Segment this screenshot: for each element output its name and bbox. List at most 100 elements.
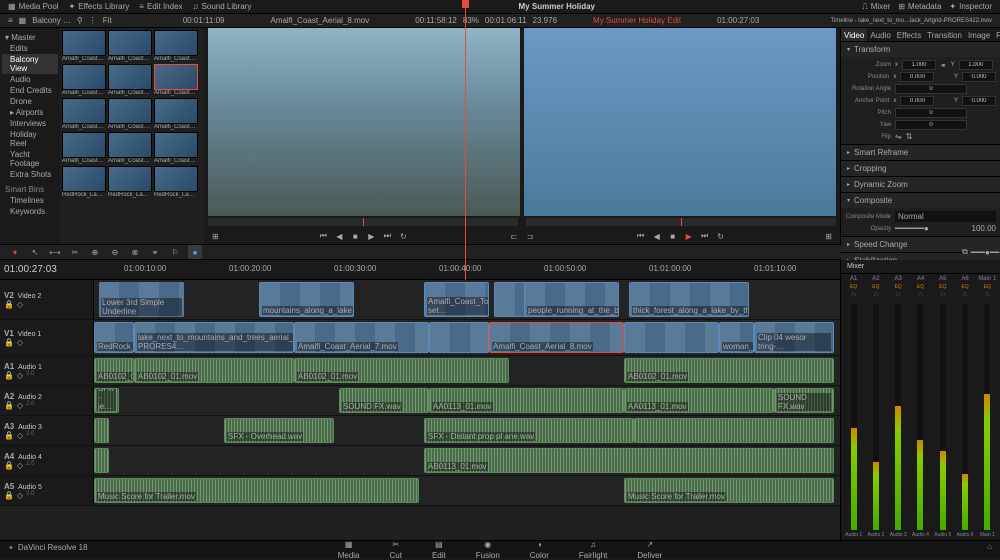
- section-header[interactable]: Composite: [841, 193, 1000, 208]
- extra-bin[interactable]: Extra Shots: [2, 169, 58, 180]
- mute-icon[interactable]: ◇: [17, 401, 23, 410]
- clip-thumbnail[interactable]: Amalfi_Coast_T…: [154, 98, 198, 130]
- timeline-clip[interactable]: AB0113_01.mov: [424, 448, 834, 473]
- mute-icon[interactable]: ◇: [17, 300, 23, 309]
- clip-thumbnail[interactable]: RedRock_Land…: [154, 166, 198, 198]
- home-icon[interactable]: ⌂: [987, 542, 992, 551]
- composite-mode-select[interactable]: Normal: [895, 211, 996, 222]
- timeline-clip[interactable]: AA0113_01.mov: [429, 388, 624, 413]
- keywords-smartbin[interactable]: Keywords: [2, 206, 58, 217]
- timeline-clip[interactable]: [94, 448, 109, 473]
- prg-prev-button[interactable]: ◀: [651, 230, 663, 242]
- mute-icon[interactable]: ◇: [17, 491, 23, 500]
- lock-icon[interactable]: 🔒: [4, 300, 14, 309]
- clip-thumbnail[interactable]: Amalfi_Coast_A…: [108, 30, 152, 62]
- prg-stop-button[interactable]: ■: [667, 230, 679, 242]
- flip-v-icon[interactable]: ⇅: [906, 132, 913, 141]
- source-viewer[interactable]: [208, 28, 520, 216]
- inspector-tab-file[interactable]: File: [993, 28, 1000, 41]
- src-prev-button[interactable]: ◀: [333, 230, 345, 242]
- endcredits-bin[interactable]: End Credits: [2, 85, 58, 96]
- clip-thumbnail[interactable]: Amalfi_Coast_T…: [108, 98, 152, 130]
- track-header[interactable]: A4 Audio 4🔒 ◇ 2.0: [0, 446, 94, 475]
- replace-icon[interactable]: ⊗: [128, 245, 142, 259]
- timeline-clip[interactable]: SFX - Distant prop pl ane.wav: [424, 418, 634, 443]
- zoom-slider[interactable]: ━━━●━━: [978, 245, 992, 259]
- clip-thumbnail[interactable]: Amalfi_Coast_T…: [62, 132, 106, 164]
- track-header[interactable]: A3 Audio 3🔒 ◇ 2.0: [0, 416, 94, 445]
- drone-bin[interactable]: Drone: [2, 96, 58, 107]
- source-mode-icon[interactable]: ⊞: [212, 232, 219, 241]
- track-header[interactable]: A2 Audio 2🔒 ◇ 2.0: [0, 386, 94, 415]
- mute-icon[interactable]: ◇: [17, 371, 23, 380]
- section-header[interactable]: Smart Reframe: [841, 145, 1000, 160]
- timeline-clip[interactable]: AB0102_01.mov: [134, 358, 294, 383]
- mixer-strip[interactable]: A4EQ⬡Audio 4: [910, 276, 931, 538]
- section-header[interactable]: Dynamic Zoom: [841, 177, 1000, 192]
- timeline-clip[interactable]: AA0113_01.mov: [624, 388, 774, 413]
- flag-icon[interactable]: ⚐: [168, 245, 182, 259]
- clip-thumbnail[interactable]: Amalfi_Coast_T…: [62, 98, 106, 130]
- nav-edit[interactable]: ▤Edit: [432, 540, 446, 560]
- timeline-dropdown[interactable]: Timeline - lake_next_to_mo…lack_Artgrid-…: [830, 18, 992, 24]
- timeline-clip[interactable]: [624, 322, 719, 353]
- lock-icon[interactable]: 🔒: [4, 338, 14, 347]
- timeline-clip[interactable]: woman_rid…: [719, 322, 754, 353]
- playhead[interactable]: [465, 260, 466, 280]
- timeline-clip[interactable]: Lower 3rd Simple Underline: [99, 282, 184, 317]
- pos-x-input[interactable]: [900, 72, 934, 82]
- lock-icon[interactable]: 🔒: [4, 401, 14, 410]
- clip-thumbnail[interactable]: Amalfi_Coast_A…: [62, 30, 106, 62]
- opacity-slider[interactable]: ━━━━━━●: [895, 224, 968, 233]
- inspector-tab-effects[interactable]: Effects: [894, 28, 924, 41]
- timeline-clip[interactable]: thick_forest_along_a_lake_by_the_mountai…: [629, 282, 749, 317]
- bin-name[interactable]: Balcony …: [32, 16, 71, 25]
- timeline-clip[interactable]: SFX - Overhead.wav: [224, 418, 334, 443]
- nav-fusion[interactable]: ◉Fusion: [476, 540, 500, 560]
- mixer-strip[interactable]: A1EQ⬡Audio 1: [843, 276, 864, 538]
- timelines-smartbin[interactable]: Timelines: [2, 195, 58, 206]
- trim-tool-icon[interactable]: ⟷: [48, 245, 62, 259]
- clip-thumbnail[interactable]: RedRock_Land…: [62, 166, 106, 198]
- track-content[interactable]: AB0102_01.movAB0102_01.movAB0102_01.movA…: [94, 356, 840, 385]
- mixer-strip[interactable]: Main 1EQ⬡Main 1: [977, 276, 998, 538]
- src-play-button[interactable]: ▶: [365, 230, 377, 242]
- prg-next-button[interactable]: ⏭: [699, 230, 711, 242]
- source-scrubber[interactable]: [208, 218, 518, 226]
- metadata-tab[interactable]: ⊞ Metadata: [898, 2, 941, 11]
- clip-thumbnail[interactable]: Amalfi_Coast_A…: [154, 30, 198, 62]
- timeline-clip[interactable]: SFX - je…: [94, 388, 119, 413]
- holiday-bin[interactable]: Holiday Reel: [2, 129, 58, 149]
- clip-thumbnail[interactable]: Amalfi_Coast_A…: [154, 64, 198, 96]
- timeline-clip[interactable]: AB0102_01.mov: [294, 358, 509, 383]
- timeline-ruler[interactable]: 01:00:27:03 01:00:10:0001:00:20:0001:00:…: [0, 260, 840, 280]
- timeline-clip[interactable]: [94, 418, 109, 443]
- link-icon[interactable]: ⚭: [940, 61, 947, 70]
- program-scrubber[interactable]: [526, 218, 836, 226]
- effects-library-tab[interactable]: ✦ Effects Library: [69, 2, 130, 11]
- insert-icon[interactable]: ⊕: [88, 245, 102, 259]
- thumb-view-icon[interactable]: ▦: [19, 16, 27, 25]
- edit-index-tab[interactable]: ≡ Edit Index: [139, 2, 182, 11]
- mute-icon[interactable]: ◇: [17, 431, 23, 440]
- lock-icon[interactable]: 🔒: [4, 461, 14, 470]
- master-bin[interactable]: ▾ Master: [2, 32, 58, 43]
- inspector-tab-video[interactable]: Video: [841, 28, 867, 41]
- mixer-strip[interactable]: A3EQ⬡Audio 3: [888, 276, 909, 538]
- source-clip-name[interactable]: Amalfi_Coast_Aerial_8.mov: [270, 16, 369, 25]
- nav-cut[interactable]: ✂Cut: [390, 540, 402, 560]
- track-header[interactable]: V1 Video 1🔒 ◇: [0, 320, 94, 355]
- clip-thumbnail[interactable]: RedRock_Land…: [108, 166, 152, 198]
- inspector-tab-image[interactable]: Image: [965, 28, 993, 41]
- overwrite-icon[interactable]: ⊖: [108, 245, 122, 259]
- track-header[interactable]: A1 Audio 1🔒 ◇ 2.0: [0, 356, 94, 385]
- nav-color[interactable]: ◑Color: [530, 540, 549, 560]
- timeline-clip[interactable]: RedRock_Talent_S…: [94, 322, 134, 353]
- match-frame-icon[interactable]: ⊏: [508, 230, 520, 242]
- timeline-clip[interactable]: Amalfi_Coast_Aerial_8.mov: [489, 322, 624, 353]
- anchor-x-input[interactable]: [900, 96, 934, 106]
- link-icon[interactable]: ⚭: [148, 245, 162, 259]
- src-first-frame-button[interactable]: ⏮: [317, 230, 329, 242]
- lock-icon[interactable]: 🔒: [4, 491, 14, 500]
- nav-media[interactable]: ▦Media: [338, 540, 360, 560]
